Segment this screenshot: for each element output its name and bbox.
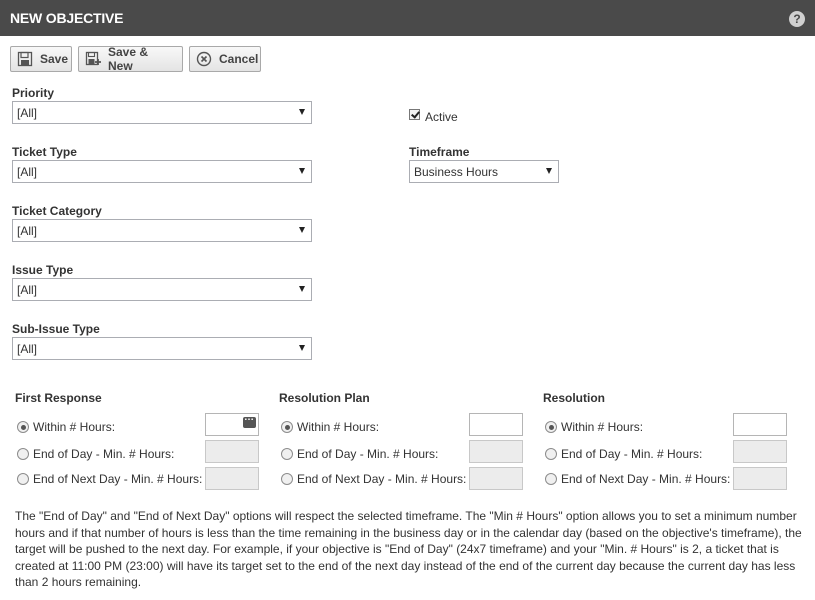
- resolution-title: Resolution: [543, 391, 605, 405]
- ticket-category-select[interactable]: [All]: [12, 219, 312, 242]
- chevron-down-icon: [299, 109, 305, 115]
- priority-label: Priority: [12, 86, 55, 100]
- resolution-plan-eond-input: [469, 467, 523, 490]
- timeframe-value: Business Hours: [414, 165, 499, 179]
- active-label: Active: [425, 110, 458, 124]
- resolution-eond-input: [733, 467, 787, 490]
- cancel-icon: [196, 51, 212, 67]
- issue-type-label: Issue Type: [12, 263, 74, 277]
- save-button-label: Save: [40, 52, 69, 66]
- first-response-eod-label: End of Day - Min. # Hours:: [33, 447, 175, 461]
- resolution-eod-input: [733, 440, 787, 463]
- resolution-plan-title: Resolution Plan: [279, 391, 370, 405]
- timeframe-label: Timeframe: [409, 145, 470, 159]
- first-response-hours-input[interactable]: [205, 412, 259, 436]
- first-response-title: First Response: [15, 391, 102, 405]
- resolution-hours-input[interactable]: [733, 413, 787, 436]
- chevron-down-icon: [299, 345, 305, 351]
- issue-type-select[interactable]: [All]: [12, 278, 312, 301]
- priority-value: [All]: [17, 106, 38, 120]
- ticket-type-value: [All]: [17, 165, 38, 179]
- timeframe-select[interactable]: Business Hours: [409, 160, 559, 183]
- resolution-within-label: Within # Hours:: [561, 420, 644, 434]
- sub-issue-type-select[interactable]: [All]: [12, 337, 312, 360]
- resolution-plan-within-label: Within # Hours:: [297, 420, 380, 434]
- save-and-new-button-label: Save & New: [108, 45, 149, 73]
- chevron-down-icon: [546, 168, 552, 174]
- resolution-plan-within-radio[interactable]: [281, 421, 293, 433]
- priority-select[interactable]: [All]: [12, 101, 312, 124]
- resolution-eond-label: End of Next Day - Min. # Hours:: [561, 472, 731, 486]
- sub-issue-type-label: Sub-Issue Type: [12, 322, 100, 336]
- cancel-button-label: Cancel: [219, 52, 259, 66]
- chevron-down-icon: [299, 286, 305, 292]
- first-response-eond-input: [205, 467, 259, 490]
- chevron-down-icon: [299, 168, 305, 174]
- first-response-within-radio[interactable]: [17, 421, 29, 433]
- resolution-eond-radio[interactable]: [545, 473, 557, 485]
- resolution-plan-eod-input: [469, 440, 523, 463]
- first-response-eod-radio[interactable]: [17, 448, 29, 460]
- cancel-button[interactable]: Cancel: [189, 46, 261, 72]
- issue-type-value: [All]: [17, 283, 38, 297]
- save-button[interactable]: Save: [10, 46, 72, 72]
- resolution-eod-label: End of Day - Min. # Hours:: [561, 447, 703, 461]
- ticket-category-value: [All]: [17, 224, 38, 238]
- sub-issue-type-value: [All]: [17, 342, 38, 356]
- resolution-eod-radio[interactable]: [545, 448, 557, 460]
- resolution-plan-eod-label: End of Day - Min. # Hours:: [297, 447, 439, 461]
- first-response-eod-input: [205, 440, 259, 463]
- resolution-plan-eod-radio[interactable]: [281, 448, 293, 460]
- ticket-type-label: Ticket Type: [12, 145, 77, 159]
- floppy-disk-icon: [17, 51, 33, 67]
- page-title: NEW OBJECTIVE: [10, 10, 124, 26]
- save-new-icon: [85, 51, 101, 67]
- first-response-within-label: Within # Hours:: [33, 420, 116, 434]
- first-response-eond-radio[interactable]: [17, 473, 29, 485]
- title-bar: NEW OBJECTIVE ?: [0, 0, 815, 36]
- resolution-within-radio[interactable]: [545, 421, 557, 433]
- ellipsis-picker-icon[interactable]: [243, 412, 256, 428]
- help-icon[interactable]: ?: [789, 11, 805, 27]
- first-response-eond-label: End of Next Day - Min. # Hours:: [33, 472, 203, 486]
- resolution-plan-eond-radio[interactable]: [281, 473, 293, 485]
- ticket-category-label: Ticket Category: [12, 204, 102, 218]
- chevron-down-icon: [299, 227, 305, 233]
- resolution-plan-hours-input[interactable]: [469, 413, 523, 436]
- active-checkbox[interactable]: [409, 109, 420, 120]
- resolution-plan-eond-label: End of Next Day - Min. # Hours:: [297, 472, 467, 486]
- save-and-new-button[interactable]: Save & New: [78, 45, 183, 73]
- timeframe-explanation-note: The "End of Day" and "End of Next Day" o…: [15, 509, 802, 589]
- ticket-type-select[interactable]: [All]: [12, 160, 312, 183]
